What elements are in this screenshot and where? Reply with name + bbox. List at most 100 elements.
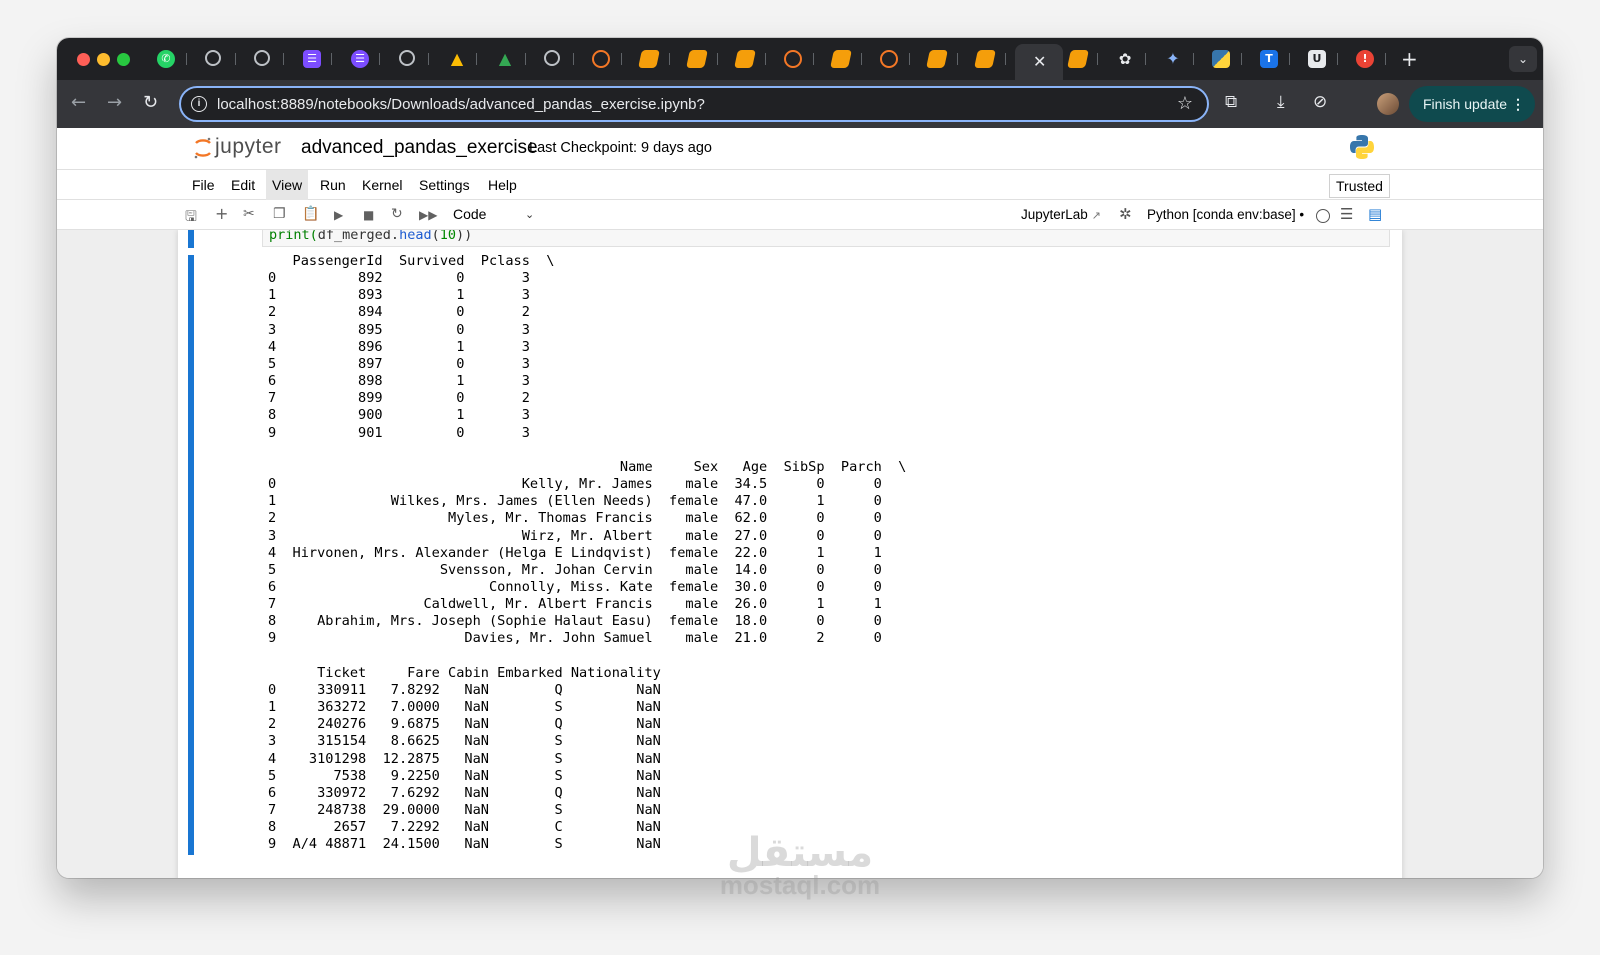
paste-icon[interactable]: 📋	[302, 206, 319, 222]
close-tab-icon[interactable]: ✕	[1033, 52, 1046, 71]
tab-separator	[1241, 53, 1242, 65]
bookmark-star-icon[interactable]: ☆	[1177, 93, 1193, 114]
jupyter-tab-icon[interactable]	[880, 50, 898, 68]
insert-cell-icon[interactable]: +	[215, 204, 228, 223]
menu-run[interactable]: Run	[314, 170, 352, 200]
kernel-name[interactable]: Python [conda env:base] •	[1147, 207, 1304, 222]
globe-tab-icon[interactable]	[254, 50, 270, 66]
tab-separator	[1005, 53, 1006, 65]
menu-settings[interactable]: Settings	[413, 170, 476, 200]
menu-file[interactable]: File	[186, 170, 221, 200]
menu-kernel[interactable]: Kernel	[356, 170, 408, 200]
tab-separator	[235, 53, 236, 65]
notebook-tab-icon[interactable]	[926, 50, 948, 68]
cell-output: PassengerId Survived Pclass \ 0 892 0 3 …	[268, 253, 907, 853]
maximize-window-button[interactable]	[117, 53, 130, 66]
jupyter-tab-icon[interactable]	[784, 50, 802, 68]
profile-avatar[interactable]	[1377, 93, 1399, 115]
tab-separator	[957, 53, 958, 65]
url-text[interactable]: localhost:8889/notebooks/Downloads/advan…	[217, 96, 705, 113]
new-tab-button[interactable]: +	[1401, 47, 1418, 71]
tab-separator	[765, 53, 766, 65]
cell-type-select[interactable]: Code	[453, 206, 486, 222]
gemini-tab-icon[interactable]: ✦	[1164, 50, 1182, 68]
notebook-title[interactable]: advanced_pandas_exercise	[301, 137, 538, 159]
jupyter-logo-text[interactable]: jupyter	[215, 135, 282, 159]
code-object: df_merged.	[317, 230, 400, 243]
mostaql-watermark: مستقل mostaql.com	[700, 830, 900, 901]
notebook-tab-icon[interactable]	[830, 50, 852, 68]
u-tab-icon[interactable]: U	[1308, 50, 1326, 68]
finish-update-label: Finish update	[1423, 96, 1508, 112]
download-icon[interactable]: ⤓	[1277, 92, 1285, 112]
python-logo-icon	[1350, 135, 1374, 159]
notebook-tab-icon[interactable]	[638, 50, 660, 68]
tab-separator	[1289, 53, 1290, 65]
notebook-tab-icon[interactable]	[686, 50, 708, 68]
t-tab-icon[interactable]: T	[1260, 50, 1278, 68]
table-of-contents-icon[interactable]: ☰	[1340, 205, 1353, 223]
code-input[interactable]: print(df_merged.head(10))	[262, 230, 1390, 247]
whatsapp-tab-icon[interactable]: ✆	[157, 50, 175, 68]
globe-tab-icon[interactable]	[544, 50, 560, 66]
finish-update-button[interactable]: Finish update ⋮	[1409, 86, 1535, 122]
watermark-latin: mostaql.com	[719, 870, 881, 900]
copy-icon[interactable]: ❐	[273, 206, 286, 222]
reload-icon[interactable]: ↻	[143, 92, 158, 113]
jupyter-tab-icon[interactable]	[592, 50, 610, 68]
google-drive-tab-icon[interactable]: ▲	[448, 50, 466, 68]
cut-icon[interactable]: ✂	[243, 206, 255, 222]
alert-tab-icon[interactable]: !	[1356, 50, 1374, 68]
code-method: head	[399, 230, 432, 243]
tab-separator	[621, 53, 622, 65]
notebook-area: print(df_merged.head(10)) PassengerId Su…	[57, 230, 1543, 878]
tab-separator	[813, 53, 814, 65]
active-tab[interactable]: ✕	[1015, 44, 1063, 80]
restart-run-all-icon[interactable]: ▶▶	[419, 208, 437, 222]
address-bar[interactable]: i localhost:8889/notebooks/Downloads/adv…	[179, 86, 1209, 122]
jupyterlab-link[interactable]: JupyterLab ↗	[1021, 207, 1101, 222]
notebook-tab-icon[interactable]	[1067, 50, 1089, 68]
google-drive-tab-icon[interactable]: ▲	[496, 50, 514, 68]
output-selection-bar[interactable]	[188, 255, 194, 855]
code-line: print(df_merged.head(10))	[269, 230, 472, 243]
menu-edit[interactable]: Edit	[225, 170, 261, 200]
globe-tab-icon[interactable]	[399, 50, 415, 66]
stop-icon[interactable]: ■	[363, 208, 374, 222]
tab-separator	[525, 53, 526, 65]
globe-tab-icon[interactable]	[205, 50, 221, 66]
forms-tab-icon[interactable]: ☰	[351, 50, 369, 68]
tab-separator	[1145, 53, 1146, 65]
save-icon[interactable]: 🖫	[185, 206, 197, 230]
browser-window: ✆ ☰ ☰ ▲ ▲ ✕ ✿ ✦ T U ! + ⌄ ← → ↻ i localh…	[57, 38, 1543, 878]
chevron-down-icon[interactable]: ⌄	[525, 208, 534, 221]
menu-view[interactable]: View	[266, 170, 309, 200]
notebook-tab-icon[interactable]	[974, 50, 996, 68]
python-tab-icon[interactable]	[1212, 50, 1230, 68]
jupyter-logo-icon[interactable]	[194, 137, 212, 159]
forward-arrow-icon[interactable]: →	[107, 92, 122, 113]
close-window-button[interactable]	[77, 53, 90, 66]
chatgpt-tab-icon[interactable]: ✿	[1116, 50, 1134, 68]
property-inspector-icon[interactable]: ▤	[1368, 205, 1382, 223]
kernel-status-icon	[1316, 209, 1330, 223]
forms-tab-icon[interactable]: ☰	[303, 50, 321, 68]
site-info-icon[interactable]: i	[191, 96, 207, 112]
cell-selection-bar[interactable]	[188, 230, 194, 248]
trusted-indicator[interactable]: Trusted	[1329, 174, 1390, 198]
debugger-bug-icon[interactable]: ✲	[1119, 205, 1132, 223]
more-vert-icon[interactable]: ⋮	[1511, 86, 1525, 122]
tab-separator	[1385, 53, 1386, 65]
jupyter-header: jupyter advanced_pandas_exercise Last Ch…	[57, 128, 1543, 170]
notebook-tab-icon[interactable]	[734, 50, 756, 68]
restart-icon[interactable]: ↻	[391, 206, 403, 222]
back-arrow-icon[interactable]: ←	[71, 92, 86, 113]
extensions-puzzle-icon[interactable]: ⧉	[1225, 92, 1237, 112]
tab-separator	[1097, 53, 1098, 65]
jupyterlab-link-label: JupyterLab	[1021, 207, 1088, 222]
run-icon[interactable]: ▶	[334, 208, 343, 222]
performance-icon[interactable]: ⊘	[1313, 92, 1327, 112]
minimize-window-button[interactable]	[97, 53, 110, 66]
tab-search-dropdown-icon[interactable]: ⌄	[1509, 46, 1537, 72]
menu-help[interactable]: Help	[482, 170, 523, 200]
